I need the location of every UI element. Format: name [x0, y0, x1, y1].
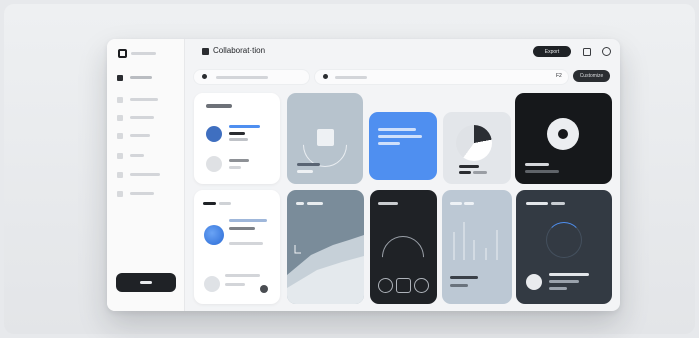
sidebar-item-label: [130, 134, 150, 137]
filter-icon: [323, 74, 328, 79]
avatar: [204, 276, 220, 292]
media-sub: [525, 170, 559, 173]
user-name: [229, 125, 260, 128]
card-title: [378, 202, 398, 205]
contact-name: [229, 219, 267, 222]
analytics-card[interactable]: [516, 190, 612, 304]
workspace-name-placeholder: [131, 52, 156, 55]
sidebar-item-5[interactable]: [117, 151, 177, 161]
sidebar-item-icon: [117, 97, 123, 103]
sidebar-item-7[interactable]: [117, 189, 177, 199]
app-window: Collaborat·tion Export F2 Customize: [107, 39, 620, 311]
profile-card[interactable]: [194, 93, 280, 184]
analytics-line: [549, 287, 567, 290]
note-line: [378, 135, 422, 138]
sidebar-item-icon: [117, 75, 123, 81]
page-title: Collaborat·tion: [213, 46, 266, 55]
card-title: [551, 202, 565, 205]
avatar: [206, 126, 222, 142]
filter-placeholder: [335, 76, 367, 79]
pie-card[interactable]: [443, 112, 511, 184]
sidebar-item-icon: [117, 191, 123, 197]
card-title: [206, 104, 232, 108]
contact-detail: [229, 242, 263, 245]
card-label: [297, 163, 320, 166]
contact-detail: [225, 283, 245, 286]
search-placeholder: [216, 76, 268, 79]
stats-card[interactable]: [442, 190, 512, 304]
landscape-card[interactable]: [287, 190, 364, 304]
control-icon[interactable]: [414, 278, 429, 293]
shortcut-hint: F2: [556, 73, 562, 79]
legend-item: [473, 171, 487, 174]
stat-value: [450, 284, 468, 287]
note-line: [378, 142, 400, 145]
sidebar-item-1[interactable]: [117, 73, 177, 83]
sidebar-item-label: [130, 116, 154, 119]
sidebar-item-4[interactable]: [117, 131, 177, 141]
card-sub-label: [297, 170, 313, 173]
sidebar-item-label: [130, 173, 160, 176]
sidebar-item-icon: [117, 153, 123, 159]
sidebar-item-icon: [117, 115, 123, 121]
logo-icon: [118, 49, 127, 58]
contact-detail: [229, 227, 255, 230]
pie-chart-icon: [456, 125, 492, 161]
card-title: [526, 202, 548, 205]
export-button[interactable]: Export: [533, 46, 571, 57]
new-button[interactable]: [116, 273, 176, 292]
avatar: [526, 274, 542, 290]
avatar: [204, 225, 224, 245]
control-icon[interactable]: [378, 278, 393, 293]
search-icon: [202, 74, 207, 79]
contacts-card[interactable]: [194, 190, 280, 304]
sidebar-item-label: [130, 76, 152, 79]
sidebar-item-2[interactable]: [117, 95, 177, 105]
new-button-label: [140, 281, 152, 284]
analytics-line: [549, 280, 579, 283]
filter-input[interactable]: [314, 69, 569, 85]
note-line: [378, 128, 416, 131]
controls-card[interactable]: [370, 190, 437, 304]
media-card[interactable]: [515, 93, 612, 184]
mountain-icon: [287, 235, 364, 304]
sidebar-item-label: [130, 154, 144, 157]
customize-button[interactable]: Customize: [573, 70, 610, 82]
header: Collaborat·tion Export: [185, 39, 620, 65]
media-title: [525, 163, 549, 166]
user-meta: [229, 138, 248, 141]
avatar: [206, 156, 222, 172]
contact-name: [225, 274, 260, 277]
stat-label: [450, 276, 478, 279]
sidebar-item-3[interactable]: [117, 113, 177, 123]
user-meta: [229, 166, 241, 169]
notes-card[interactable]: [369, 112, 437, 180]
sidebar-item-label: [130, 98, 158, 101]
sidebar: [107, 39, 185, 311]
status-icon: [260, 285, 268, 293]
search-input[interactable]: [193, 69, 310, 85]
user-role: [229, 132, 245, 135]
card-title: [203, 202, 216, 205]
legend-item: [459, 165, 479, 168]
sidebar-item-6[interactable]: [117, 170, 177, 180]
legend-item: [459, 171, 471, 174]
progress-ring: [293, 113, 357, 177]
device-card[interactable]: [287, 93, 363, 184]
sidebar-item-label: [130, 192, 154, 195]
disc-center: [558, 129, 568, 139]
backdrop: Collaborat·tion Export F2 Customize: [4, 4, 695, 334]
sidebar-item-icon: [117, 172, 123, 178]
user-name: [229, 159, 249, 162]
share-icon[interactable]: [583, 48, 591, 56]
control-icon[interactable]: [396, 278, 411, 293]
analytics-line: [549, 273, 589, 276]
progress-ring: [546, 222, 582, 258]
gear-icon[interactable]: [602, 47, 611, 56]
doc-icon: [202, 48, 209, 55]
sidebar-item-icon: [117, 133, 123, 139]
card-title: [219, 202, 231, 205]
